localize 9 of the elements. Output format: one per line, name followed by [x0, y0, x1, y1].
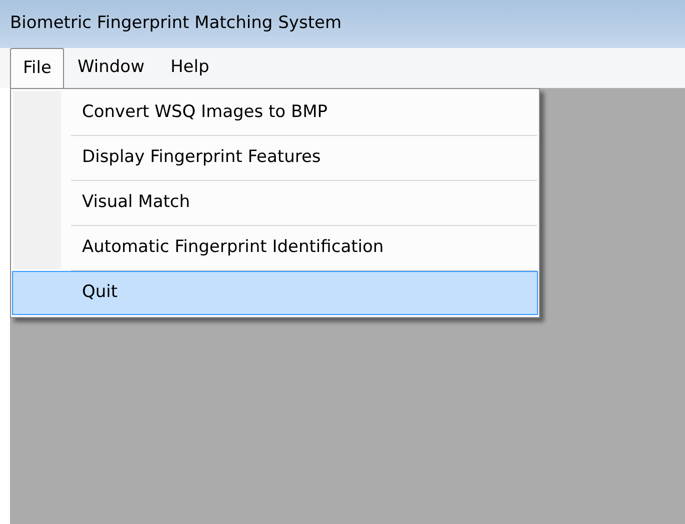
menu-item[interactable]: Window — [64, 48, 158, 88]
window-title: Biometric Fingerprint Matching System — [10, 12, 342, 36]
menu-item[interactable]: File — [10, 48, 64, 88]
menu-item[interactable]: Help — [157, 48, 222, 88]
menu-option[interactable]: Automatic Fingerprint Identification — [12, 226, 538, 270]
menu-option[interactable]: Quit — [12, 271, 538, 315]
menu-option[interactable]: Display Fingerprint Features — [12, 136, 538, 180]
menu-option[interactable]: Convert WSQ Images to BMP — [12, 91, 538, 135]
menu-option[interactable]: Visual Match — [12, 181, 538, 225]
